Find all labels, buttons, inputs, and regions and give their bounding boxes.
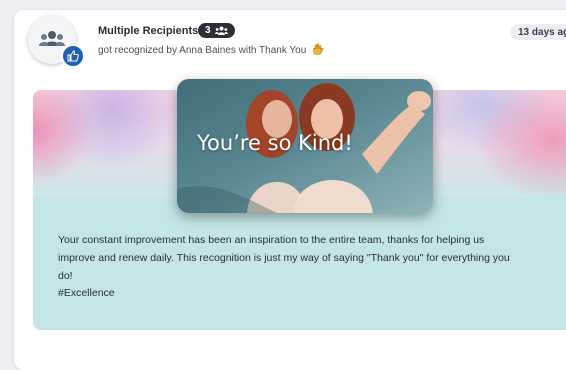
- clapping-hands-icon: [312, 43, 324, 58]
- recipient-name[interactable]: Multiple Recipients: [98, 25, 198, 37]
- recognition-message: Your constant improvement has been an in…: [58, 231, 558, 285]
- ecard-caption: You’re so Kind!: [197, 131, 353, 155]
- thumbs-up-badge: [61, 44, 85, 68]
- recognized-by-text: got recognized by Anna Baines with Thank…: [98, 45, 307, 56]
- recipient-count: 3: [205, 25, 211, 36]
- message-line: Your constant improvement has been an in…: [58, 234, 485, 246]
- message-line: improve and renew daily. This recognitio…: [58, 252, 510, 264]
- people-icon: [214, 26, 228, 35]
- thumbs-up-icon: [67, 50, 79, 62]
- message-line: do!: [58, 270, 73, 282]
- hashtag-excellence[interactable]: #Excellence: [58, 287, 115, 299]
- group-icon: [39, 31, 65, 46]
- recipient-count-badge[interactable]: 3: [198, 23, 235, 38]
- time-ago-badge: 13 days ag: [510, 24, 566, 40]
- ecard-image[interactable]: You’re so Kind!: [177, 79, 433, 213]
- recognition-subline: got recognized by Anna Baines with Thank…: [98, 43, 324, 58]
